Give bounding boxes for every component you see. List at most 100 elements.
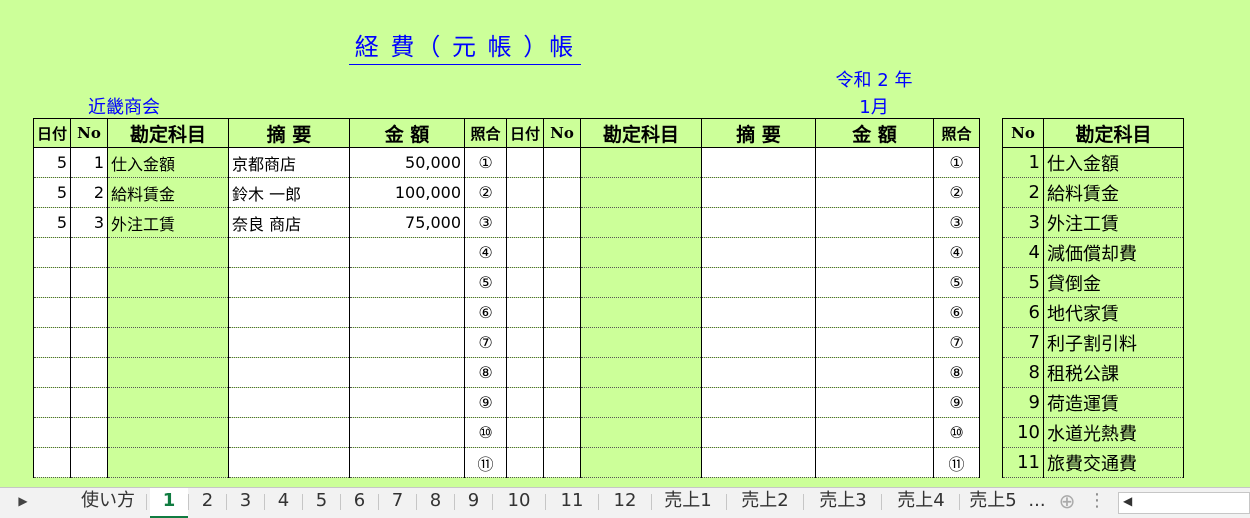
sheet-tab[interactable]: 2 <box>189 488 226 516</box>
date-cell[interactable] <box>506 417 544 448</box>
memo-cell[interactable] <box>228 417 350 448</box>
no-cell[interactable] <box>543 237 581 268</box>
account-cell[interactable] <box>580 267 702 298</box>
memo-cell[interactable] <box>701 447 816 478</box>
check-cell[interactable]: ① <box>464 147 507 178</box>
amount-cell[interactable] <box>349 417 465 448</box>
amount-cell[interactable] <box>349 327 465 358</box>
no-cell[interactable] <box>543 267 581 298</box>
account-cell[interactable] <box>580 237 702 268</box>
no-cell[interactable] <box>543 177 581 208</box>
account-no-cell[interactable]: 11 <box>1002 447 1044 478</box>
date-cell[interactable] <box>33 417 71 448</box>
account-cell[interactable] <box>580 327 702 358</box>
play-right-icon[interactable]: ▶ <box>12 488 34 516</box>
check-cell[interactable]: ④ <box>464 237 507 268</box>
check-cell[interactable]: ⑤ <box>464 267 507 298</box>
account-cell[interactable] <box>107 267 229 298</box>
memo-cell[interactable] <box>701 267 816 298</box>
memo-cell[interactable] <box>228 237 350 268</box>
plus-circle-icon[interactable]: ⊕ <box>1055 488 1079 516</box>
account-cell[interactable] <box>107 387 229 418</box>
memo-cell[interactable] <box>701 327 816 358</box>
memo-cell[interactable] <box>228 447 350 478</box>
check-cell[interactable]: ⑪ <box>933 447 980 478</box>
check-cell[interactable]: ⑩ <box>933 417 980 448</box>
account-name-cell[interactable]: 仕入金額 <box>1043 147 1184 178</box>
date-cell[interactable] <box>506 327 544 358</box>
check-cell[interactable]: ④ <box>933 237 980 268</box>
date-cell[interactable] <box>33 387 71 418</box>
account-cell[interactable] <box>580 387 702 418</box>
check-cell[interactable]: ⑥ <box>933 297 980 328</box>
amount-cell[interactable] <box>815 447 934 478</box>
sheet-tab[interactable]: 10 <box>493 488 545 516</box>
date-cell[interactable] <box>506 237 544 268</box>
amount-cell[interactable]: 75,000 <box>349 207 465 238</box>
check-cell[interactable]: ⑥ <box>464 297 507 328</box>
check-cell[interactable]: ③ <box>933 207 980 238</box>
check-cell[interactable]: ⑧ <box>933 357 980 388</box>
sheet-tab[interactable]: 3 <box>227 488 264 516</box>
check-cell[interactable]: ② <box>464 177 507 208</box>
date-cell[interactable] <box>506 447 544 478</box>
amount-cell[interactable] <box>815 357 934 388</box>
date-cell[interactable]: 5 <box>33 177 71 208</box>
check-cell[interactable]: ⑪ <box>464 447 507 478</box>
amount-cell[interactable] <box>815 267 934 298</box>
check-cell[interactable]: ① <box>933 147 980 178</box>
sheet-tab[interactable]: 7 <box>379 488 416 516</box>
no-cell[interactable] <box>70 417 108 448</box>
account-cell[interactable] <box>107 297 229 328</box>
check-cell[interactable]: ⑩ <box>464 417 507 448</box>
no-cell[interactable] <box>70 327 108 358</box>
account-cell[interactable] <box>107 417 229 448</box>
no-cell[interactable] <box>70 267 108 298</box>
amount-cell[interactable] <box>349 237 465 268</box>
account-cell[interactable] <box>580 357 702 388</box>
memo-cell[interactable] <box>701 417 816 448</box>
account-no-cell[interactable]: 9 <box>1002 387 1044 418</box>
sheet-tab[interactable]: 売上1 <box>650 488 726 516</box>
account-name-cell[interactable]: 貸倒金 <box>1043 267 1184 298</box>
ledger-table-right[interactable]: 日付 No 勘定科目 摘 要 金 額 照合 ①②③④⑤⑥⑦⑧⑨⑩⑪ <box>506 118 980 478</box>
account-name-cell[interactable]: 利子割引料 <box>1043 327 1184 358</box>
sheet-tab[interactable]: 4 <box>265 488 302 516</box>
date-cell[interactable] <box>506 267 544 298</box>
account-no-cell[interactable]: 8 <box>1002 357 1044 388</box>
account-name-cell[interactable]: 旅費交通費 <box>1043 447 1184 478</box>
date-cell[interactable] <box>506 177 544 208</box>
sheet-tab[interactable]: 売上4 <box>883 488 959 516</box>
no-cell[interactable] <box>543 417 581 448</box>
account-list-table[interactable]: No 勘定科目 1 仕入金額 2 給料賃金 3 外注工賃 4 減価償却費 5 貸倒金 6 地代家賃 7 利… <box>1002 118 1184 478</box>
memo-cell[interactable] <box>701 147 816 178</box>
account-cell[interactable]: 給料賃金 <box>107 177 229 208</box>
amount-cell[interactable] <box>815 417 934 448</box>
date-cell[interactable]: 5 <box>33 147 71 178</box>
no-cell[interactable] <box>543 357 581 388</box>
account-cell[interactable] <box>580 447 702 478</box>
memo-cell[interactable]: 奈良 商店 <box>228 207 350 238</box>
vertical-dots-icon[interactable]: ⋮ <box>1088 488 1106 516</box>
chevron-left-icon[interactable]: ◀ <box>1123 494 1132 508</box>
sheet-tab[interactable]: 6 <box>341 488 378 516</box>
account-cell[interactable] <box>580 147 702 178</box>
sheet-tab[interactable]: 売上3 <box>805 488 881 516</box>
ledger-table-left[interactable]: 日付 No 勘定科目 摘 要 金 額 照合 5 1 仕入金額 京都商店 50,000 ① 5… <box>33 118 507 478</box>
check-cell[interactable]: ⑦ <box>933 327 980 358</box>
memo-cell[interactable] <box>228 327 350 358</box>
check-cell[interactable]: ③ <box>464 207 507 238</box>
account-no-cell[interactable]: 5 <box>1002 267 1044 298</box>
date-cell[interactable] <box>33 357 71 388</box>
no-cell[interactable] <box>543 147 581 178</box>
account-name-cell[interactable]: 地代家賃 <box>1043 297 1184 328</box>
date-cell[interactable] <box>33 327 71 358</box>
no-cell[interactable]: 2 <box>70 177 108 208</box>
amount-cell[interactable]: 50,000 <box>349 147 465 178</box>
check-cell[interactable]: ⑧ <box>464 357 507 388</box>
amount-cell[interactable] <box>815 327 934 358</box>
memo-cell[interactable] <box>228 387 350 418</box>
memo-cell[interactable] <box>228 297 350 328</box>
memo-cell[interactable] <box>228 267 350 298</box>
sheet-tab[interactable]: 12 <box>599 488 651 516</box>
